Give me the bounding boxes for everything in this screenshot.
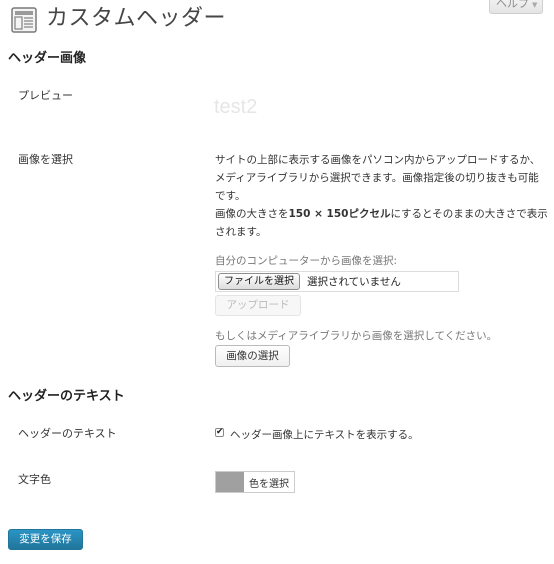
- select-image-button[interactable]: 画像の選択: [215, 345, 290, 367]
- text-color-label: 文字色: [18, 473, 51, 486]
- description-text-1: サイトの上部に表示する画像をパソコン内からアップロードするか、メディアライブラリ…: [215, 154, 541, 202]
- header-preview: test2: [214, 96, 258, 118]
- file-status: 選択されていません: [307, 276, 401, 288]
- description-prefix: 画像の大きさを: [215, 208, 289, 220]
- upload-button[interactable]: アップロード: [215, 295, 301, 316]
- image-description: サイトの上部に表示する画像をパソコン内からアップロードするか、メディアライブラリ…: [215, 151, 548, 241]
- header-text-heading: ヘッダーのテキスト: [8, 389, 125, 404]
- choose-file-button[interactable]: ファイルを選択: [218, 273, 300, 290]
- description-text-2: 画像の大きさを150 × 150ピクセルにするとそのままの大きさで表示されます。: [215, 205, 548, 241]
- select-image-label: 画像を選択: [18, 153, 73, 166]
- save-changes-button[interactable]: 変更を保存: [8, 529, 83, 550]
- upload-label: 自分のコンピューターから画像を選択:: [215, 255, 398, 267]
- header-text-label: ヘッダーのテキスト: [18, 427, 117, 440]
- chevron-down-icon: ▼: [532, 1, 538, 9]
- show-text-label[interactable]: ヘッダー画像上にテキストを表示する。: [230, 427, 419, 442]
- custom-header-icon: [11, 7, 37, 33]
- help-tab-label: ヘルプ: [496, 0, 529, 10]
- color-picker[interactable]: 色を選択: [215, 471, 295, 493]
- page-title: カスタムヘッダー: [46, 6, 227, 31]
- library-label: もしくはメディアライブラリから画像を選択してください。: [215, 330, 498, 342]
- show-text-checkbox[interactable]: ✔: [215, 428, 224, 437]
- description-size: 150 × 150ピクセル: [288, 208, 391, 220]
- header-image-heading: ヘッダー画像: [8, 51, 87, 66]
- color-swatch[interactable]: [216, 472, 244, 492]
- preview-label: プレビュー: [18, 89, 73, 102]
- help-tab[interactable]: ヘルプ ▼: [489, 0, 543, 14]
- color-picker-label[interactable]: 色を選択: [249, 475, 289, 490]
